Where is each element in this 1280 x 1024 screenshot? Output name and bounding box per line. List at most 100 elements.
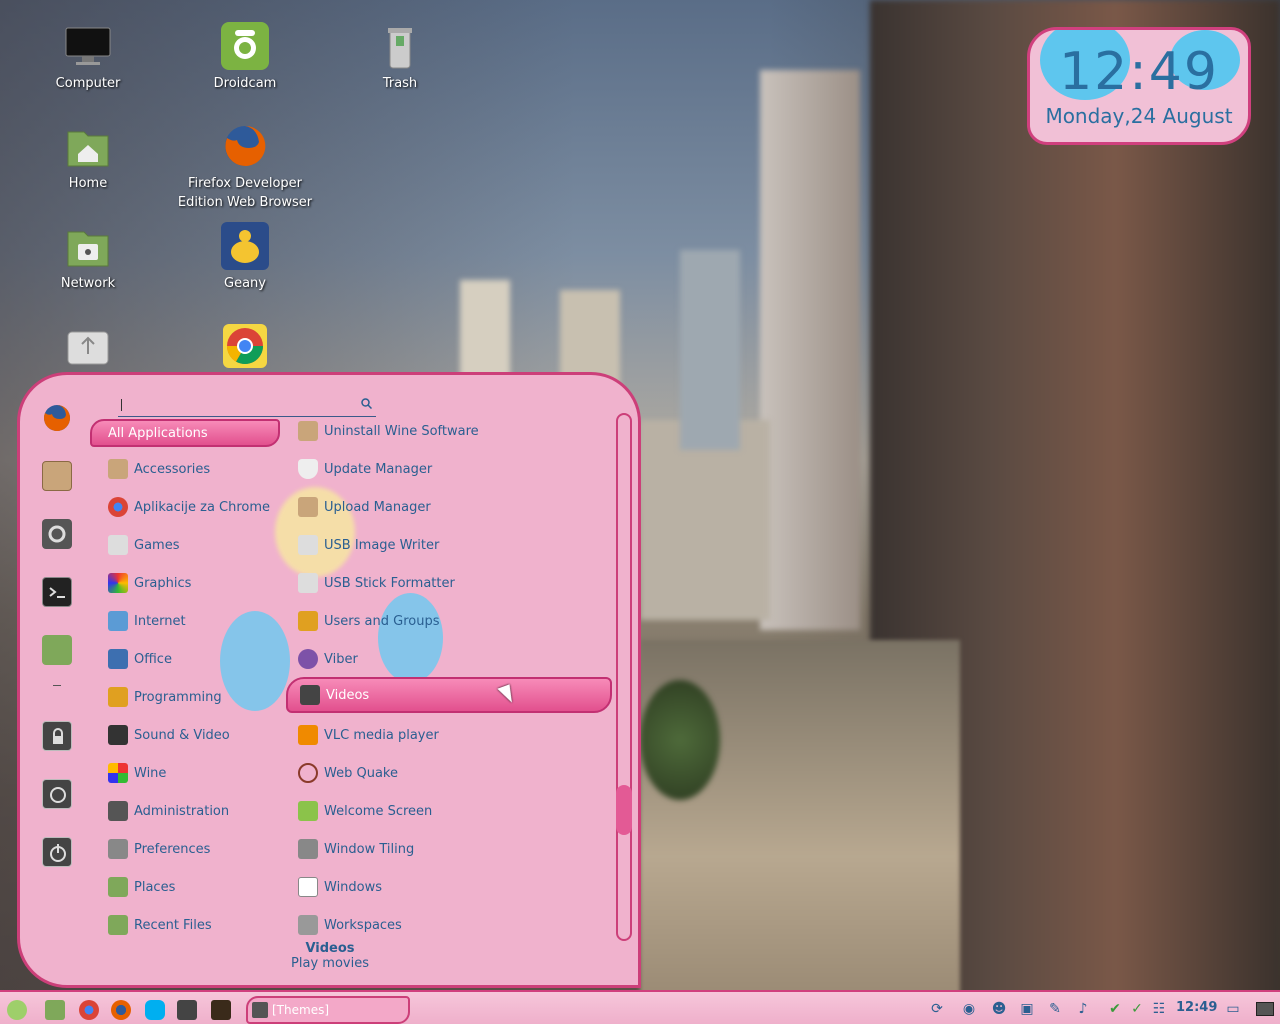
app-label: Videos bbox=[326, 687, 370, 703]
desktop-icon-usb[interactable] bbox=[18, 322, 158, 374]
clock-date: Monday,24 August bbox=[1045, 104, 1233, 128]
app-label: USB Stick Formatter bbox=[324, 575, 455, 591]
application-menu: All Applications Accessories Aplikacije … bbox=[17, 372, 641, 988]
category-places[interactable]: Places bbox=[106, 871, 286, 903]
text-caret bbox=[121, 399, 122, 411]
favorite-files[interactable] bbox=[40, 633, 74, 667]
category-graphics[interactable]: Graphics bbox=[106, 567, 286, 599]
category-label: Games bbox=[134, 537, 180, 553]
app-window-tiling[interactable]: Window Tiling bbox=[296, 833, 616, 865]
desktop-icon-computer[interactable]: Computer bbox=[18, 22, 158, 93]
desktop-icon-trash[interactable]: Trash bbox=[330, 22, 470, 93]
app-workspaces[interactable]: Workspaces bbox=[296, 909, 616, 941]
show-desktop-icon[interactable] bbox=[1254, 1000, 1276, 1018]
accessories-icon bbox=[108, 459, 128, 479]
files-icon bbox=[45, 1000, 65, 1020]
desktop-icon-chrome[interactable] bbox=[175, 322, 315, 374]
category-preferences[interactable]: Preferences bbox=[106, 833, 286, 865]
category-all-applications[interactable]: All Applications bbox=[90, 419, 280, 447]
app-windows[interactable]: Windows bbox=[296, 871, 616, 903]
search-input[interactable] bbox=[118, 393, 376, 417]
app-update-manager[interactable]: Update Manager bbox=[296, 453, 616, 485]
category-administration[interactable]: Administration bbox=[106, 795, 286, 827]
wallpaper-building bbox=[680, 250, 740, 450]
category-chrome-apps[interactable]: Aplikacije za Chrome bbox=[106, 491, 286, 523]
category-recent-files[interactable]: Recent Files bbox=[106, 909, 286, 941]
chrome-icon bbox=[79, 1000, 99, 1020]
wallpaper-building bbox=[760, 70, 860, 630]
skype-icon bbox=[145, 1000, 165, 1020]
desktop-icon-geany[interactable]: Geany bbox=[175, 222, 315, 293]
category-wine[interactable]: Wine bbox=[106, 757, 286, 789]
category-games[interactable]: Games bbox=[106, 529, 286, 561]
viber-icon bbox=[298, 649, 318, 669]
video-icon bbox=[300, 685, 320, 705]
app-usb-image-writer[interactable]: USB Image Writer bbox=[296, 529, 616, 561]
window-list-button[interactable]: [Themes] bbox=[246, 996, 410, 1024]
launcher-skype[interactable] bbox=[142, 998, 168, 1022]
desktop-icon-home[interactable]: Home bbox=[18, 122, 158, 193]
favorite-terminal[interactable] bbox=[40, 575, 74, 609]
desktop-icon-droidcam[interactable]: Droidcam bbox=[175, 22, 315, 93]
check-icon[interactable]: ✓ bbox=[1128, 1000, 1146, 1018]
category-label: Office bbox=[134, 651, 172, 667]
usb-icon bbox=[298, 535, 318, 555]
camera-icon[interactable]: ◉ bbox=[960, 1000, 978, 1018]
workspace-switcher-icon[interactable]: ▭ bbox=[1224, 1000, 1242, 1018]
favorite-settings[interactable] bbox=[40, 517, 74, 551]
category-label: Aplikacije za Chrome bbox=[134, 499, 271, 515]
app-uninstall-wine[interactable]: Uninstall Wine Software bbox=[296, 415, 616, 447]
android-icon bbox=[221, 22, 269, 70]
app-label: Workspaces bbox=[324, 917, 402, 933]
category-accessories[interactable]: Accessories bbox=[106, 453, 286, 485]
desktop-icon-network[interactable]: Network bbox=[18, 222, 158, 293]
home-folder-icon bbox=[64, 122, 112, 170]
app-list-scrollbar[interactable] bbox=[616, 413, 632, 941]
desktop-icon-label: Computer bbox=[55, 76, 121, 91]
app-vlc[interactable]: VLC media player bbox=[296, 719, 616, 751]
favorite-logout[interactable] bbox=[40, 777, 74, 811]
clock-desklet: 12:49 Monday,24 August bbox=[1027, 27, 1251, 145]
launcher-firefox[interactable] bbox=[108, 998, 134, 1022]
vlc-icon bbox=[298, 725, 318, 745]
category-label: All Applications bbox=[108, 425, 208, 441]
app-web-quake[interactable]: Web Quake bbox=[296, 757, 616, 789]
panel-clock[interactable]: 12:49 bbox=[1176, 1000, 1217, 1015]
app-upload-manager[interactable]: Upload Manager bbox=[296, 491, 616, 523]
launcher-system-monitor[interactable] bbox=[208, 998, 234, 1022]
app-viber[interactable]: Viber bbox=[296, 643, 616, 675]
wine-icon bbox=[108, 763, 128, 783]
app-usb-stick-formatter[interactable]: USB Stick Formatter bbox=[296, 567, 616, 599]
user-icon[interactable]: ☻ bbox=[990, 1000, 1008, 1018]
network-icon[interactable]: ☷ bbox=[1150, 1000, 1168, 1018]
app-label: VLC media player bbox=[324, 727, 439, 743]
favorite-firefox[interactable] bbox=[40, 401, 74, 435]
desktop-icon-firefox[interactable]: Firefox Developer Edition Web Browser bbox=[175, 122, 315, 212]
app-users-groups[interactable]: Users and Groups bbox=[296, 605, 616, 637]
app-welcome-screen[interactable]: Welcome Screen bbox=[296, 795, 616, 827]
app-videos[interactable]: Videos bbox=[286, 677, 612, 713]
menu-button[interactable] bbox=[4, 998, 30, 1022]
launcher-files[interactable] bbox=[42, 998, 68, 1022]
keyboard-icon[interactable]: ▣ bbox=[1018, 1000, 1036, 1018]
refresh-icon[interactable]: ⟳ bbox=[928, 1000, 946, 1018]
desktop-icon-label: Firefox Developer Edition Web Browser bbox=[177, 176, 313, 210]
category-office[interactable]: Office bbox=[106, 643, 286, 675]
favorite-lock[interactable] bbox=[40, 719, 74, 753]
category-programming[interactable]: Programming bbox=[106, 681, 286, 713]
geany-icon bbox=[221, 222, 269, 270]
volume-icon[interactable]: ♪ bbox=[1074, 1000, 1092, 1018]
launcher-chrome[interactable] bbox=[76, 998, 102, 1022]
category-internet[interactable]: Internet bbox=[106, 605, 286, 637]
favorite-shutdown[interactable] bbox=[40, 835, 74, 869]
launcher-video[interactable] bbox=[174, 998, 200, 1022]
folder-icon bbox=[42, 635, 72, 665]
favorite-package[interactable] bbox=[40, 459, 74, 493]
scrollbar-thumb[interactable] bbox=[616, 785, 632, 835]
shield-icon[interactable]: ✔ bbox=[1106, 1000, 1124, 1018]
category-label: Administration bbox=[134, 803, 230, 819]
desktop-icon-label: Droidcam bbox=[213, 76, 277, 91]
app-label: Uninstall Wine Software bbox=[324, 423, 479, 439]
pen-icon[interactable]: ✎ bbox=[1046, 1000, 1064, 1018]
category-sound-video[interactable]: Sound & Video bbox=[106, 719, 286, 751]
